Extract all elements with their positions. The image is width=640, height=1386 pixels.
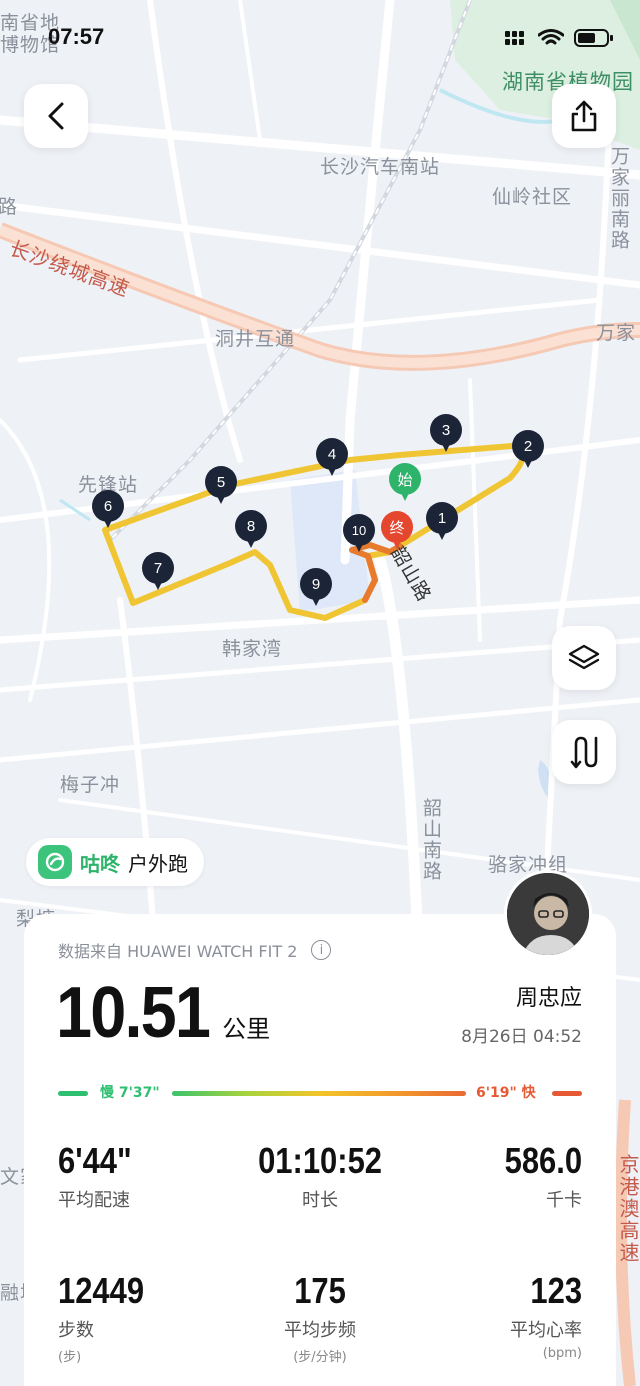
app-name: 咕咚 xyxy=(80,851,120,876)
avatar[interactable] xyxy=(504,870,592,958)
map-label-jinggangao: 京港澳高速 xyxy=(616,1154,640,1264)
map-label-hanjiawan: 韩家湾 xyxy=(222,638,283,660)
distance-value: 10.51 xyxy=(56,973,211,1053)
share-button[interactable] xyxy=(552,84,616,148)
chevron-left-icon xyxy=(48,102,64,130)
layers-icon xyxy=(568,644,600,670)
pace-fast: 6'19" 快 xyxy=(476,1085,536,1101)
route-pin-10[interactable]: 10 xyxy=(343,514,375,554)
back-button[interactable] xyxy=(24,84,88,148)
map-layers-button[interactable] xyxy=(552,626,616,690)
wifi-icon xyxy=(538,29,564,45)
map-label-bus-station: 长沙汽车南站 xyxy=(320,156,441,178)
route-pin-6[interactable]: 6 xyxy=(92,490,124,530)
stats-grid: 6'44" 平均配速 01:10:52 时长 586.0 千卡 12449 步数… xyxy=(58,1140,582,1386)
route-pin-3[interactable]: 3 xyxy=(430,414,462,454)
share-icon xyxy=(571,100,597,132)
map-label-road-fragment: 路 xyxy=(0,196,19,218)
pace-slow: 慢 7'37" xyxy=(100,1085,160,1101)
data-source-text: 数据来自 HUAWEI WATCH FIT 2 xyxy=(58,942,298,961)
sport-type: 户外跑 xyxy=(128,851,188,876)
route-pin-2[interactable]: 2 xyxy=(512,430,544,470)
stat-heart-rate: 123 平均心率 (bpm) xyxy=(510,1270,582,1361)
data-source: 数据来自 HUAWEI WATCH FIT 2 i xyxy=(58,938,332,962)
map-label-meizichong: 梅子冲 xyxy=(60,774,121,796)
map-label-interchange: 洞井互通 xyxy=(215,328,296,350)
app-source-tag[interactable]: 咕咚 户外跑 xyxy=(26,838,204,886)
map-label-community: 仙岭社区 xyxy=(492,186,573,208)
route-start-pin[interactable]: 始 xyxy=(389,463,421,503)
workout-summary-card: 数据来自 HUAWEI WATCH FIT 2 i 10.51 公里 周忠应 8… xyxy=(24,914,616,1386)
stat-avg-pace: 6'44" 平均配速 xyxy=(58,1140,132,1211)
route-pin-4[interactable]: 4 xyxy=(316,438,348,478)
stat-cadence: 175 平均步频 (步/分钟) xyxy=(284,1270,356,1365)
track-replay-icon xyxy=(570,736,598,769)
map-label-shaoshan-road: 韶山南路 xyxy=(420,798,442,882)
route-pin-1[interactable]: 1 xyxy=(426,502,458,542)
route-pin-9[interactable]: 9 xyxy=(300,568,332,608)
map-label-wanjia: 万家 xyxy=(596,322,637,344)
route-pin-7[interactable]: 7 xyxy=(142,552,174,592)
pace-gradient xyxy=(172,1091,466,1096)
route-pin-8[interactable]: 8 xyxy=(235,510,267,550)
route-replay-button[interactable] xyxy=(552,720,616,784)
status-icons xyxy=(504,28,614,48)
cellular-signal-icon xyxy=(505,31,524,45)
stat-calories: 586.0 千卡 xyxy=(504,1140,582,1211)
workout-date-time: 8月26日 04:52 xyxy=(461,1027,582,1047)
battery-icon xyxy=(574,29,613,47)
status-time: 07:57 xyxy=(48,24,105,49)
codoon-logo-icon xyxy=(38,845,72,879)
stat-steps: 12449 步数 (步) xyxy=(58,1270,145,1365)
distance: 10.51 公里 xyxy=(56,972,270,1054)
info-icon[interactable]: i xyxy=(311,940,332,960)
route-pin-5[interactable]: 5 xyxy=(205,466,237,506)
pace-legend: 慢 7'37" 6'19" 快 xyxy=(58,1082,582,1104)
route-end-pin[interactable]: 终 xyxy=(381,511,413,551)
user-name: 周忠应 xyxy=(515,986,582,1011)
map-label-wanjiali-road: 万家丽南路 xyxy=(608,146,630,251)
distance-unit: 公里 xyxy=(222,1015,271,1043)
stat-duration: 01:10:52 时长 xyxy=(258,1140,382,1211)
